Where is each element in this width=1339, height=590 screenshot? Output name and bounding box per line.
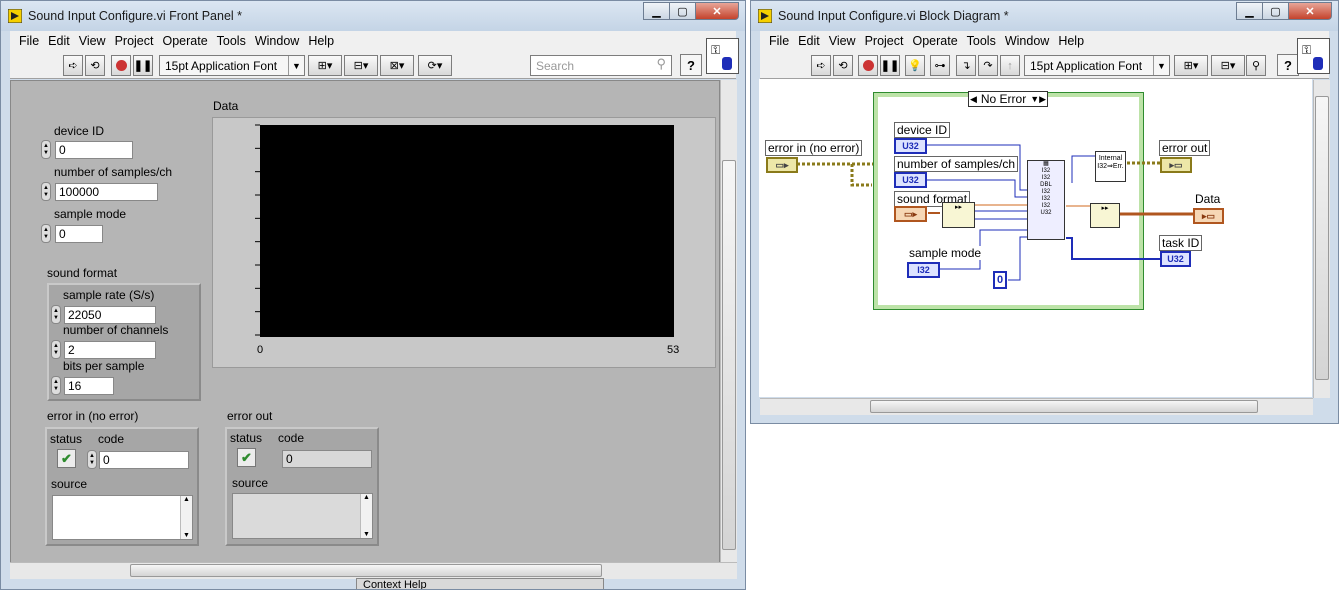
sample-mode-terminal-label: sample mode	[907, 246, 984, 260]
wires	[797, 144, 1195, 281]
data-terminal-label: Data	[1193, 192, 1223, 206]
internal-error-node[interactable]: Internal I32⇒Err.	[1095, 151, 1126, 182]
error-out-terminal[interactable]: ▸▭	[1160, 157, 1192, 173]
samples-terminal[interactable]: U32	[894, 172, 927, 188]
samples-terminal-label: number of samples/ch	[894, 156, 1019, 172]
task-id-terminal[interactable]: U32	[1160, 251, 1191, 267]
error-out-terminal-label: error out	[1159, 140, 1211, 156]
call-library-node[interactable]: ▦ I32 I32 DBL I32 I32 I32 U32	[1027, 160, 1065, 240]
device-id-terminal[interactable]: U32	[894, 138, 927, 154]
error-in-terminal-label: error in (no error)	[765, 140, 863, 156]
device-id-terminal-label: device ID	[894, 122, 951, 138]
sample-mode-terminal[interactable]: I32	[907, 262, 940, 278]
zero-constant[interactable]: 0	[993, 271, 1007, 289]
data-terminal[interactable]: ▸▭	[1193, 208, 1224, 224]
unbundle-node[interactable]: ▸▸	[942, 202, 975, 228]
error-in-terminal[interactable]: ▭▸	[766, 157, 798, 173]
task-id-terminal-label: task ID	[1159, 235, 1203, 251]
sound-format-terminal[interactable]: ▭▸	[894, 206, 927, 222]
bundle-node[interactable]: ▸▸	[1090, 203, 1120, 228]
